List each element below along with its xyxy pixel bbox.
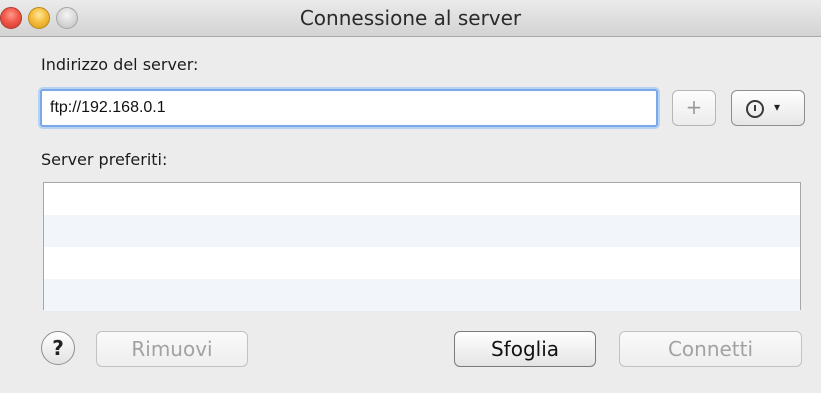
server-address-label: Indirizzo del server: xyxy=(41,55,199,74)
favorite-servers-label: Server preferiti: xyxy=(41,150,168,169)
favorite-servers-list[interactable] xyxy=(43,182,801,311)
connect-to-server-window: Connessione al server Indirizzo del serv… xyxy=(0,0,821,393)
connect-button[interactable]: Connetti xyxy=(619,331,802,367)
list-item[interactable] xyxy=(44,215,800,247)
list-item[interactable] xyxy=(44,279,800,311)
help-button[interactable]: ? xyxy=(41,331,75,365)
add-favorite-button[interactable]: + xyxy=(672,90,716,126)
browse-button[interactable]: Sfoglia xyxy=(454,331,596,367)
remove-button[interactable]: Rimuovi xyxy=(96,331,248,367)
title-bar[interactable]: Connessione al server xyxy=(0,0,821,37)
recent-servers-button[interactable]: ▾ xyxy=(731,90,805,126)
clock-icon xyxy=(746,100,764,118)
server-address-input[interactable] xyxy=(40,89,658,127)
window-title: Connessione al server xyxy=(299,6,522,30)
chevron-down-icon: ▾ xyxy=(774,100,781,114)
list-item[interactable] xyxy=(44,183,800,215)
list-item[interactable] xyxy=(44,247,800,279)
